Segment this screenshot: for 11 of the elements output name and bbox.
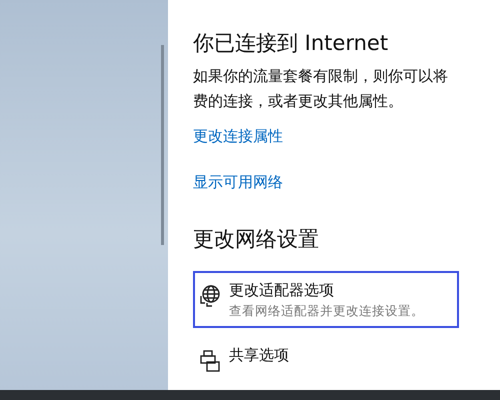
settings-option[interactable]: 更改适配器选项 查看网络适配器并更改连接设置。 — [193, 271, 459, 328]
scrollbar[interactable] — [161, 45, 164, 245]
settings-option[interactable]: 共享选项 — [193, 336, 459, 381]
description-text: 如果你的流量套餐有限制，则你可以将 — [193, 66, 449, 86]
printer-icon — [199, 348, 221, 373]
link[interactable]: 更改连接属性 — [193, 124, 283, 147]
description-text: 费的连接，或者更改其他属性。 — [193, 90, 404, 112]
link[interactable]: 显示可用网络 — [193, 170, 283, 193]
globe-monitor-icon — [199, 284, 221, 308]
status-heading: 你已连接到 Internet — [193, 30, 390, 57]
section-heading: 更改网络设置 — [193, 226, 320, 252]
